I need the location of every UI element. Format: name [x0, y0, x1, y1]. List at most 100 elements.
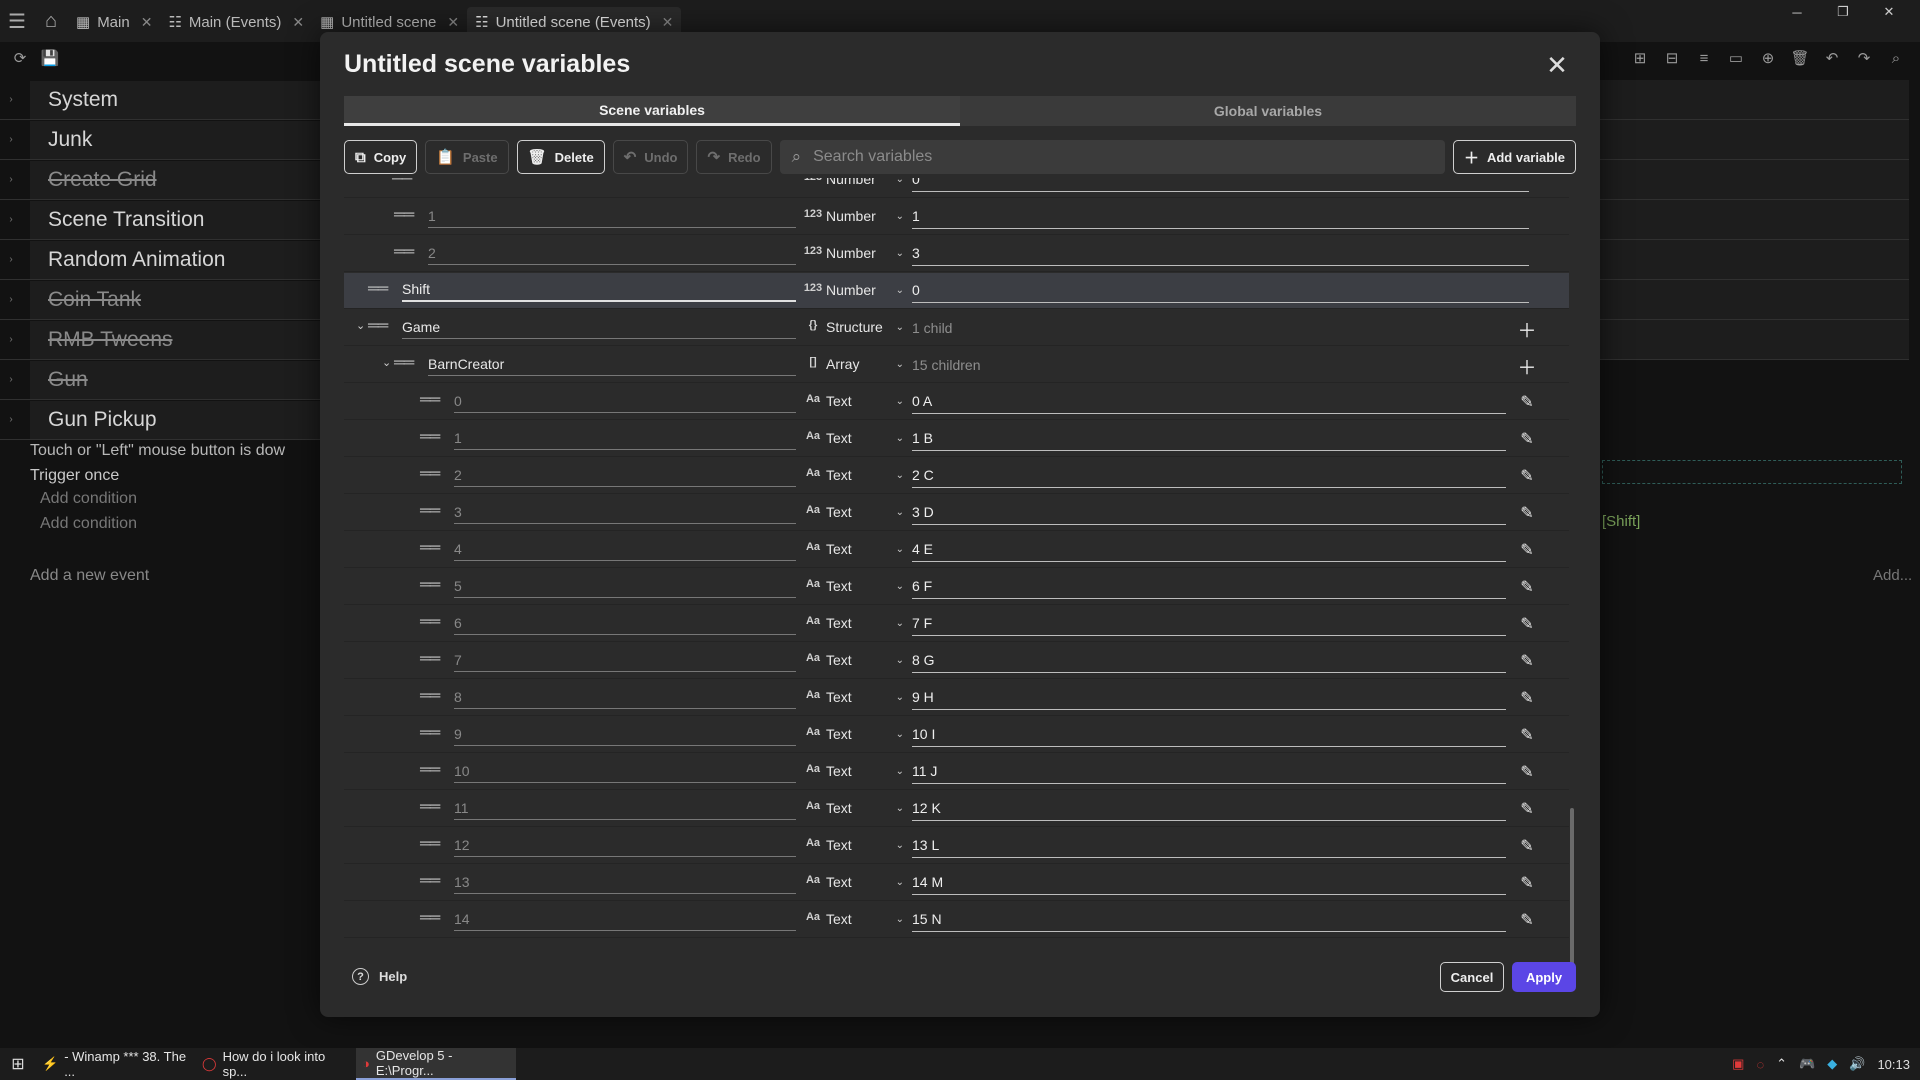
tab-main-events[interactable]: ☷ Main (Events) ✕ — [160, 7, 312, 37]
edit-pencil-icon[interactable]: ✎ — [1516, 688, 1538, 708]
edit-pencil-icon[interactable]: ✎ — [1516, 873, 1538, 893]
variable-row[interactable]: ══ 10 Aa Text ⌄ 11 J ✎ — [344, 754, 1569, 790]
delete-icon[interactable]: 🗑 — [1790, 46, 1810, 70]
edit-pencil-icon[interactable]: ✎ — [1516, 762, 1538, 782]
drag-handle-icon[interactable]: ══ — [420, 761, 440, 778]
variable-row[interactable]: ⌄ ══ Game{} Structure ⌄ 1 child ＋ — [344, 310, 1569, 346]
add-subevent-icon[interactable]: ⊟ — [1662, 46, 1682, 70]
chevron-right-icon[interactable]: › — [0, 134, 22, 145]
drag-handle-icon[interactable]: ══ — [394, 354, 414, 371]
variable-row[interactable]: ══ 5 Aa Text ⌄ 6 F ✎ — [344, 569, 1569, 605]
type-select[interactable]: Text ⌄ — [826, 427, 904, 449]
delete-button[interactable]: 🗑 Delete — [516, 140, 605, 174]
variable-name-field[interactable]: 14 — [454, 907, 796, 931]
add-variable-button[interactable]: ＋ Add variable — [1452, 140, 1576, 174]
drag-handle-icon[interactable]: ══ — [420, 872, 440, 889]
type-select[interactable]: Text ⌄ — [826, 390, 904, 412]
variable-row[interactable]: ⌄ ══ BarnCreator[] Array ⌄ 15 children ＋ — [344, 347, 1569, 383]
chevron-right-icon[interactable]: › — [0, 414, 22, 425]
type-select[interactable]: Text ⌄ — [826, 501, 904, 523]
variable-value-field[interactable]: 1 B — [912, 426, 1506, 451]
edit-pencil-icon[interactable]: ✎ — [1516, 503, 1538, 523]
type-select[interactable]: Structure ⌄ — [826, 316, 904, 338]
variable-row[interactable]: ══ 2 Aa Text ⌄ 2 C ✎ — [344, 458, 1569, 494]
add-comment-icon[interactable]: ▭ — [1726, 46, 1746, 70]
close-icon[interactable]: ✕ — [662, 14, 674, 31]
variable-value-field[interactable]: 0 A — [912, 389, 1506, 414]
variable-name-field[interactable]: 13 — [454, 870, 796, 894]
event-condition[interactable]: Trigger once — [30, 467, 330, 485]
variable-value-field[interactable]: 10 I — [912, 722, 1506, 747]
scrollbar[interactable] — [1570, 808, 1574, 968]
drag-handle-icon[interactable]: ══ — [420, 798, 440, 815]
type-select[interactable]: Text ⌄ — [826, 908, 904, 930]
edit-pencil-icon[interactable]: ✎ — [1516, 799, 1538, 819]
edit-pencil-icon[interactable]: ✎ — [1516, 910, 1538, 930]
variable-row[interactable]: ══ 7 Aa Text ⌄ 8 G ✎ — [344, 643, 1569, 679]
variable-row[interactable]: ══ 0 Aa Text ⌄ 0 A ✎ — [344, 384, 1569, 420]
preview-icon[interactable]: ⟳ — [10, 46, 30, 70]
tab-global-variables[interactable]: Global variables — [960, 96, 1576, 126]
type-select[interactable]: Text ⌄ — [826, 464, 904, 486]
drag-handle-icon[interactable]: ══ — [420, 687, 440, 704]
variable-name-field[interactable]: 9 — [454, 722, 796, 746]
event-group[interactable]: › Coin Tank — [0, 280, 320, 320]
variable-row[interactable]: ══ 1 123 Number ⌄ 1 — [344, 199, 1569, 235]
event-group[interactable]: › Scene Transition — [0, 200, 320, 240]
variable-value-field[interactable]: 1 — [912, 204, 1529, 229]
variable-value-field[interactable]: 0 — [912, 278, 1529, 303]
variable-name-field[interactable]: 2 — [454, 463, 796, 487]
close-icon[interactable]: ✕ — [141, 14, 153, 31]
chevron-right-icon[interactable]: › — [0, 334, 22, 345]
variable-name-field[interactable]: 0 — [454, 389, 796, 413]
redo-button[interactable]: ↷ Redo — [696, 140, 772, 174]
close-icon[interactable]: ✕ — [447, 14, 459, 31]
drag-handle-icon[interactable]: ══ — [420, 576, 440, 593]
variable-name-field[interactable]: 8 — [454, 685, 796, 709]
save-icon[interactable]: 💾 — [40, 46, 60, 70]
type-select[interactable]: Text ⌄ — [826, 723, 904, 745]
variable-row[interactable]: ══ 1 Aa Text ⌄ 1 B ✎ — [344, 421, 1569, 457]
add-child-icon[interactable]: ＋ — [1516, 353, 1538, 380]
variable-name-field[interactable]: Game — [402, 315, 796, 339]
drag-handle-icon[interactable]: ══ — [420, 909, 440, 926]
close-icon[interactable]: ✕ — [292, 14, 304, 31]
edit-pencil-icon[interactable]: ✎ — [1516, 429, 1538, 449]
drag-handle-icon[interactable]: ══ — [420, 724, 440, 741]
add-child-icon[interactable]: ＋ — [1516, 316, 1538, 343]
taskbar-item[interactable]: ⚡ - Winamp *** 38. The ... — [36, 1048, 196, 1080]
tray-opera-icon[interactable]: ◌ — [1756, 1057, 1764, 1072]
tray-app-icon[interactable]: ▣ — [1732, 1056, 1744, 1072]
variable-name-field[interactable]: Shift — [402, 278, 796, 302]
drag-handle-icon[interactable]: ══ — [368, 317, 388, 334]
variable-name-field[interactable]: 10 — [454, 759, 796, 783]
drag-handle-icon[interactable]: ══ — [392, 178, 412, 186]
variable-value-field[interactable]: 6 F — [912, 574, 1506, 599]
type-select[interactable]: Text ⌄ — [826, 686, 904, 708]
taskbar-item[interactable]: ◯ How do i look into sp... — [196, 1048, 356, 1080]
redo-icon[interactable]: ↷ — [1854, 46, 1874, 70]
minimize-icon[interactable]: ─ — [1774, 0, 1820, 24]
chevron-right-icon[interactable]: › — [0, 94, 22, 105]
restore-icon[interactable]: ❐ — [1820, 0, 1866, 24]
edit-pencil-icon[interactable]: ✎ — [1516, 614, 1538, 634]
event-condition[interactable]: Touch or "Left" mouse button is dow — [30, 442, 330, 460]
search-input[interactable] — [813, 148, 1445, 166]
add-action-link[interactable]: Add... — [1873, 567, 1912, 584]
type-select[interactable]: Number ⌄ — [826, 178, 904, 190]
type-select[interactable]: Array ⌄ — [826, 353, 904, 375]
drag-handle-icon[interactable]: ══ — [368, 280, 388, 297]
chevron-right-icon[interactable]: › — [0, 214, 22, 225]
undo-icon[interactable]: ↶ — [1822, 46, 1842, 70]
variable-value-field[interactable]: 15 N — [912, 907, 1506, 932]
event-group[interactable]: › System — [0, 80, 320, 120]
hamburger-menu-icon[interactable]: ☰ — [0, 4, 34, 38]
variable-value-field[interactable]: 8 G — [912, 648, 1506, 673]
variable-value-field[interactable]: 7 F — [912, 611, 1506, 636]
tab-scene-variables[interactable]: Scene variables — [344, 96, 960, 126]
add-condition-link[interactable]: Add condition — [40, 515, 340, 533]
edit-pencil-icon[interactable]: ✎ — [1516, 651, 1538, 671]
variable-row[interactable]: ══ 2 123 Number ⌄ 3 — [344, 236, 1569, 272]
close-icon[interactable]: ✕ — [1542, 50, 1572, 80]
variable-name-field[interactable]: BarnCreator — [428, 352, 796, 376]
